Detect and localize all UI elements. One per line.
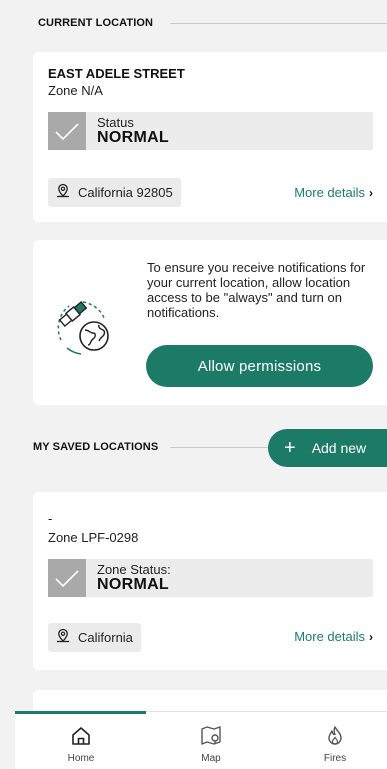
zone-status-value: NORMAL — [97, 576, 170, 593]
more-details-link[interactable]: More details › — [294, 629, 373, 644]
tab-fires-label: Fires — [323, 753, 347, 764]
location-pin-icon — [54, 182, 72, 203]
tab-fires[interactable]: Fires — [273, 712, 387, 769]
flame-icon — [323, 724, 347, 748]
home-icon — [69, 724, 93, 748]
more-details-label: More details — [294, 185, 365, 200]
chevron-right-icon: › — [369, 629, 373, 644]
allow-permissions-button[interactable]: Allow permissions — [146, 345, 373, 387]
status-caption: Status — [97, 115, 134, 130]
saved-location-card[interactable]: - Zone LPF-0298 Zone Status: NORMAL Cali… — [33, 492, 387, 670]
permission-message: To ensure you receive notifications for … — [147, 260, 366, 320]
location-street: EAST ADELE STREET — [48, 66, 185, 81]
more-details-label: More details — [294, 629, 365, 644]
region-text: California 92805 — [78, 185, 173, 200]
add-new-location-button[interactable]: + Add new — [268, 429, 387, 467]
chevron-right-icon: › — [369, 185, 373, 200]
check-icon — [48, 559, 86, 597]
region-chip: California — [48, 623, 141, 652]
location-zone: Zone N/A — [48, 83, 103, 98]
bottom-tab-bar: Home Map Fires — [15, 711, 387, 769]
current-location-card: EAST ADELE STREET Zone N/A Status NORMAL… — [33, 52, 387, 222]
zone-status-panel: Zone Status: NORMAL — [48, 559, 373, 597]
tab-map[interactable]: Map — [149, 712, 273, 769]
saved-location-zone: Zone LPF-0298 — [48, 530, 139, 545]
more-details-link[interactable]: More details › — [294, 185, 373, 200]
map-icon — [199, 724, 223, 748]
section-divider — [170, 22, 387, 24]
location-pin-icon — [54, 627, 72, 648]
plus-icon: + — [284, 437, 296, 459]
satellite-globe-icon — [47, 292, 117, 358]
region-chip: California 92805 — [48, 178, 181, 207]
add-new-label: Add new — [311, 440, 367, 456]
tab-map-label: Map — [201, 753, 221, 764]
tab-home-label: Home — [67, 753, 95, 764]
saved-locations-header: MY SAVED LOCATIONS — [33, 441, 286, 453]
status-value: NORMAL — [97, 129, 170, 146]
current-location-label: CURRENT LOCATION — [38, 17, 154, 29]
region-text: California — [78, 630, 133, 645]
zone-status-caption: Zone Status: — [97, 562, 171, 577]
check-icon — [48, 112, 86, 150]
saved-locations-label: MY SAVED LOCATIONS — [33, 441, 159, 453]
saved-location-name: - — [48, 511, 53, 526]
status-panel: Status NORMAL — [48, 112, 373, 150]
permissions-card: To ensure you receive notifications for … — [33, 240, 387, 405]
tab-home[interactable]: Home — [19, 712, 143, 769]
current-location-header: CURRENT LOCATION — [38, 17, 387, 29]
